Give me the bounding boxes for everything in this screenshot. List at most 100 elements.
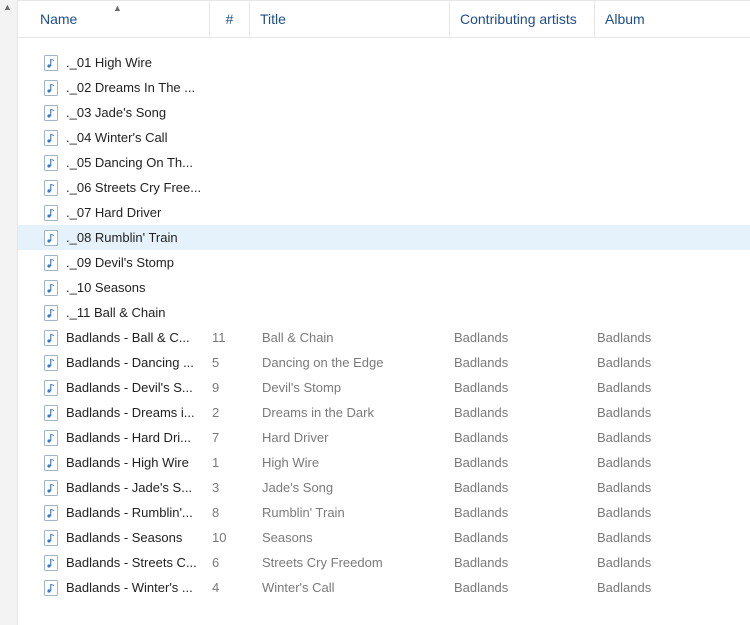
cell-track-number: 10 [210, 530, 250, 545]
file-name-label: Badlands - Rumblin'... [66, 505, 193, 520]
file-name-label: Badlands - Hard Dri... [66, 430, 191, 445]
cell-title: Streets Cry Freedom [250, 555, 450, 570]
cell-name: ._08 Rumblin' Train [18, 230, 210, 246]
cell-name: Badlands - Jade's S... [18, 480, 210, 496]
table-row[interactable]: ._06 Streets Cry Free... [18, 175, 750, 200]
cell-artists: Badlands [450, 555, 595, 570]
music-file-icon [44, 480, 58, 496]
cell-name: ._01 High Wire [18, 55, 210, 71]
cell-title: Winter's Call [250, 580, 450, 595]
table-row[interactable]: ._05 Dancing On Th... [18, 150, 750, 175]
cell-album: Badlands [595, 430, 745, 445]
cell-name: Badlands - Streets C... [18, 555, 210, 571]
file-list-panel: Name ▲ # Title Contributing artists Albu… [18, 0, 750, 625]
file-name-label: Badlands - Ball & C... [66, 330, 190, 345]
table-row[interactable]: Badlands - Jade's S...3Jade's SongBadlan… [18, 475, 750, 500]
table-row[interactable]: ._11 Ball & Chain [18, 300, 750, 325]
music-file-icon [44, 130, 58, 146]
table-row[interactable]: Badlands - Dreams i...2Dreams in the Dar… [18, 400, 750, 425]
file-rows-container: ._01 High Wire ._02 Dreams In The ... ._03… [18, 38, 750, 600]
file-name-label: Badlands - Streets C... [66, 555, 197, 570]
column-header-album[interactable]: Album [595, 1, 745, 37]
column-header-num-label: # [226, 11, 234, 27]
cell-artists: Badlands [450, 580, 595, 595]
table-row[interactable]: Badlands - Ball & C... 11Ball & ChainBadl… [18, 325, 750, 350]
file-name-label: Badlands - Jade's S... [66, 480, 192, 495]
cell-album: Badlands [595, 480, 745, 495]
file-name-label: ._05 Dancing On Th... [66, 155, 193, 170]
table-row[interactable]: Badlands - Seasons10SeasonsBadlandsBadla… [18, 525, 750, 550]
cell-name: ._05 Dancing On Th... [18, 155, 210, 171]
table-row[interactable]: ._02 Dreams In The ... [18, 75, 750, 100]
table-row[interactable]: Badlands - High Wire1High WireBadlandsBa… [18, 450, 750, 475]
cell-name: ._11 Ball & Chain [18, 305, 210, 321]
cell-album: Badlands [595, 555, 745, 570]
cell-title: Ball & Chain [250, 330, 450, 345]
cell-title: Devil's Stomp [250, 380, 450, 395]
cell-track-number: 5 [210, 355, 250, 370]
cell-artists: Badlands [450, 355, 595, 370]
cell-title: Hard Driver [250, 430, 450, 445]
column-header-album-label: Album [605, 11, 645, 27]
cell-artists: Badlands [450, 480, 595, 495]
cell-track-number: 2 [210, 405, 250, 420]
cell-album: Badlands [595, 505, 745, 520]
table-row[interactable]: Badlands - Hard Dri...7Hard DriverBadlan… [18, 425, 750, 450]
table-row[interactable]: ._01 High Wire [18, 50, 750, 75]
cell-track-number: 9 [210, 380, 250, 395]
cell-track-number: 3 [210, 480, 250, 495]
cell-name: ._03 Jade's Song [18, 105, 210, 121]
column-header-title[interactable]: Title [250, 1, 450, 37]
cell-name: Badlands - Ball & C... [18, 330, 210, 346]
cell-track-number: 1 [210, 455, 250, 470]
table-row[interactable]: ._04 Winter's Call [18, 125, 750, 150]
music-file-icon [44, 180, 58, 196]
music-file-icon [44, 380, 58, 396]
cell-track-number: 4 [210, 580, 250, 595]
music-file-icon [44, 330, 58, 346]
cell-name: ._07 Hard Driver [18, 205, 210, 221]
cell-name: ._04 Winter's Call [18, 130, 210, 146]
column-header-artists[interactable]: Contributing artists [450, 1, 595, 37]
file-name-label: Badlands - Winter's ... [66, 580, 193, 595]
cell-name: Badlands - High Wire [18, 455, 210, 471]
table-row[interactable]: ._03 Jade's Song [18, 100, 750, 125]
table-row[interactable]: ._09 Devil's Stomp [18, 250, 750, 275]
file-name-label: Badlands - High Wire [66, 455, 189, 470]
table-row[interactable]: ._10 Seasons [18, 275, 750, 300]
table-row[interactable]: Badlands - Dancing ...5Dancing on the Ed… [18, 350, 750, 375]
file-name-label: Badlands - Devil's S... [66, 380, 193, 395]
vertical-scrollbar-track[interactable]: ▲ [0, 0, 18, 625]
table-row[interactable]: Badlands - Devil's S...9Devil's StompBad… [18, 375, 750, 400]
music-file-icon [44, 305, 58, 321]
scroll-up-icon[interactable]: ▲ [3, 2, 12, 12]
cell-artists: Badlands [450, 330, 595, 345]
cell-title: Dreams in the Dark [250, 405, 450, 420]
cell-title: High Wire [250, 455, 450, 470]
cell-name: Badlands - Seasons [18, 530, 210, 546]
file-name-label: ._11 Ball & Chain [66, 305, 166, 320]
music-file-icon [44, 280, 58, 296]
table-row[interactable]: ._07 Hard Driver [18, 200, 750, 225]
table-row[interactable]: ._08 Rumblin' Train [18, 225, 750, 250]
table-row[interactable]: Badlands - Streets C...6Streets Cry Free… [18, 550, 750, 575]
cell-name: Badlands - Winter's ... [18, 580, 210, 596]
cell-track-number: 11 [210, 330, 250, 345]
cell-name: ._02 Dreams In The ... [18, 80, 210, 96]
cell-title: Seasons [250, 530, 450, 545]
music-file-icon [44, 105, 58, 121]
file-name-label: ._04 Winter's Call [66, 130, 167, 145]
table-row[interactable]: Badlands - Winter's ... 4Winter's CallBad… [18, 575, 750, 600]
cell-artists: Badlands [450, 505, 595, 520]
column-header-row: Name ▲ # Title Contributing artists Albu… [18, 0, 750, 38]
music-file-icon [44, 555, 58, 571]
file-name-label: ._01 High Wire [66, 55, 152, 70]
file-name-label: ._08 Rumblin' Train [66, 230, 178, 245]
music-file-icon [44, 205, 58, 221]
table-row[interactable]: Badlands - Rumblin'...8Rumblin' TrainBad… [18, 500, 750, 525]
column-header-track-number[interactable]: # [210, 1, 250, 37]
column-header-name[interactable]: Name ▲ [18, 1, 210, 37]
file-name-label: Badlands - Seasons [66, 530, 182, 545]
cell-album: Badlands [595, 455, 745, 470]
cell-title: Rumblin' Train [250, 505, 450, 520]
